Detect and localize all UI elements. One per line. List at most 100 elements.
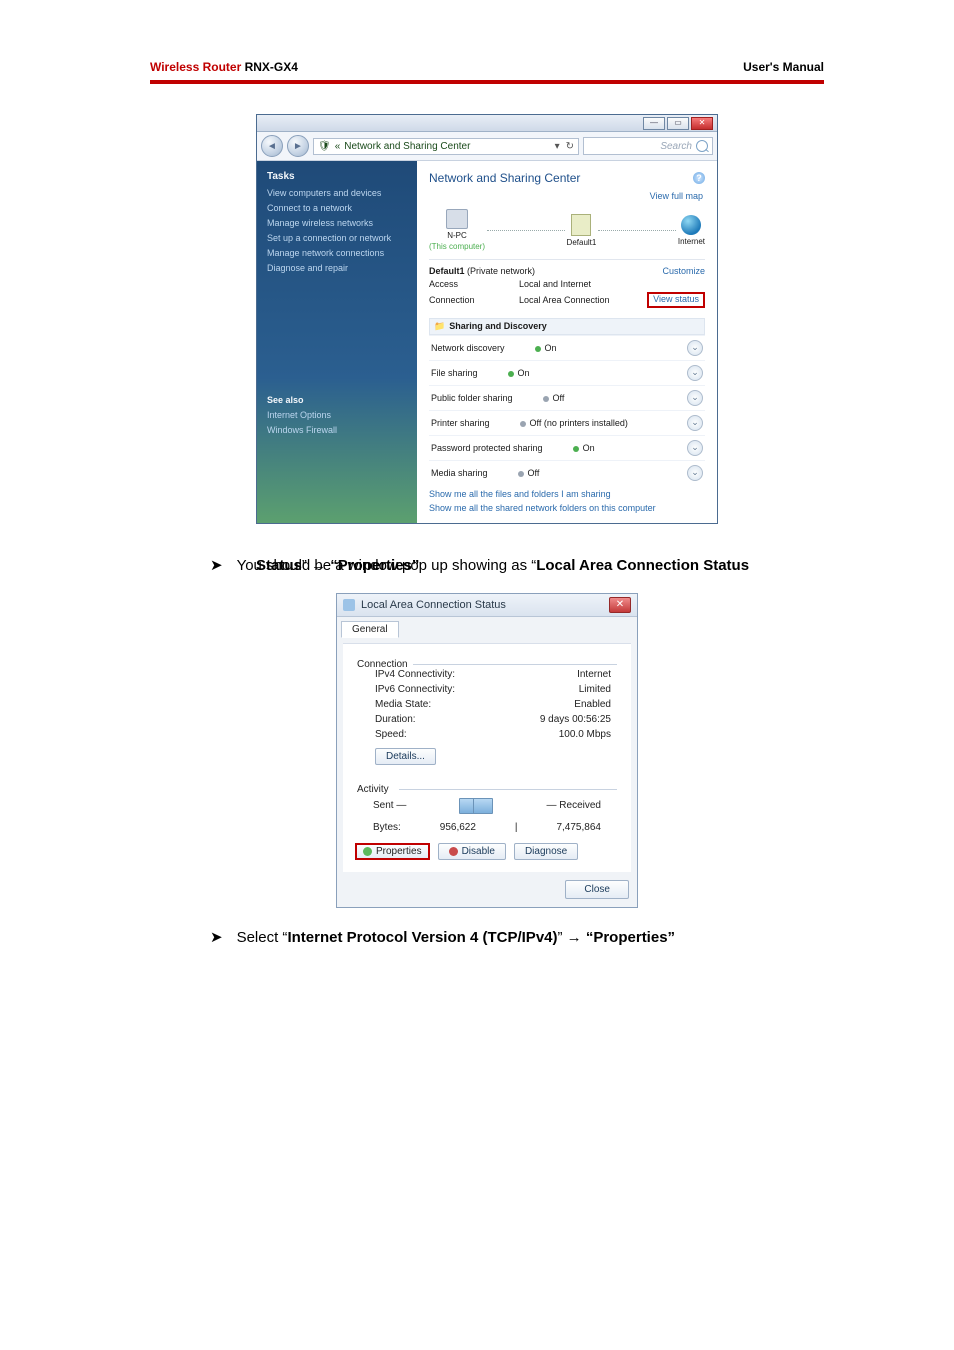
customize-link[interactable]: Customize <box>662 266 705 276</box>
row-ms-v: Off <box>528 468 540 478</box>
breadcrumb-sep: « <box>335 141 341 152</box>
network-name: Default1 (Private network) <box>429 266 535 276</box>
lacs-titlebar: Local Area Connection Status ✕ <box>337 594 637 617</box>
access-value: Local and Internet <box>519 279 591 289</box>
diagnose-button[interactable]: Diagnose <box>514 843 578 860</box>
search-placeholder: Search <box>660 141 692 152</box>
status-dot-green <box>508 371 514 377</box>
node-pc-sub: (This computer) <box>429 242 485 251</box>
network-icon <box>343 599 355 611</box>
tasks-heading: Tasks <box>267 171 407 182</box>
expand-icon[interactable]: ⌄ <box>687 365 703 381</box>
see-also-firewall[interactable]: Windows Firewall <box>267 425 407 435</box>
close-button[interactable]: ✕ <box>691 117 713 130</box>
breadcrumb-dropdown-icon[interactable]: ▾ <box>555 141 560 152</box>
duration-key: Duration: <box>375 714 416 725</box>
nsc-address-bar: ◄ ► 🛡 « Network and Sharing Center ▾ ↻ S… <box>257 132 717 161</box>
view-status-link[interactable]: View status <box>647 292 705 308</box>
status-dot-green <box>573 446 579 452</box>
folder-icon: 📁 <box>434 321 445 332</box>
expand-icon[interactable]: ⌄ <box>687 340 703 356</box>
minimize-button[interactable]: — <box>643 117 665 130</box>
ipv4-value: Internet <box>577 669 611 680</box>
node-pc-label: N-PC <box>447 231 467 240</box>
expand-icon[interactable]: ⌄ <box>687 390 703 406</box>
task-setup-connection[interactable]: Set up a connection or network <box>267 233 407 243</box>
forward-button[interactable]: ► <box>287 135 309 157</box>
search-input[interactable]: Search <box>583 137 713 155</box>
row-pp-v: On <box>583 443 595 453</box>
disable-button[interactable]: Disable <box>438 843 506 860</box>
media-key: Media State: <box>375 699 431 710</box>
bytes-sent: 956,622 <box>440 822 476 833</box>
refresh-icon[interactable]: ↻ <box>566 141 574 152</box>
status-dot-gray <box>518 471 524 477</box>
tab-general[interactable]: General <box>341 621 399 638</box>
search-icon <box>696 140 708 152</box>
row-pf-v: Off <box>553 393 565 403</box>
connection-key: Connection <box>429 295 519 305</box>
instruction-2-text: Select “Internet Protocol Version 4 (TCP… <box>237 926 675 950</box>
nsc-main-pane: Network and Sharing Center ? View full m… <box>417 161 717 523</box>
group-activity: Activity <box>357 784 389 795</box>
sent-label: Sent — <box>373 800 406 811</box>
instruction-bullet-2: ➤ Select “Internet Protocol Version 4 (T… <box>210 926 824 950</box>
task-manage-connections[interactable]: Manage network connections <box>267 248 407 258</box>
details-button[interactable]: Details... <box>375 748 436 765</box>
arrow-icon: ➤ <box>210 552 223 581</box>
speed-value: 100.0 Mbps <box>559 729 611 740</box>
globe-icon <box>681 215 701 235</box>
bytes-key: Bytes: <box>373 822 401 833</box>
header-right: User's Manual <box>743 60 824 74</box>
page-header: Wireless Router RNX-GX4 User's Manual <box>150 60 824 84</box>
ipv6-value: Limited <box>579 684 611 695</box>
duration-value: 9 days 00:56:25 <box>540 714 611 725</box>
network-map: N-PC (This computer) Default1 Internet <box>429 209 705 251</box>
expand-icon[interactable]: ⌄ <box>687 415 703 431</box>
pc-icon <box>446 209 468 229</box>
node-internet-label: Internet <box>678 237 705 246</box>
footer-link-1[interactable]: Show me all the files and folders I am s… <box>429 489 705 499</box>
footer-links: Show me all the files and folders I am s… <box>429 489 705 513</box>
status-dot-gray <box>543 396 549 402</box>
ipv6-key: IPv6 Connectivity: <box>375 684 455 695</box>
connection-value: Local Area Connection <box>519 295 647 305</box>
expand-icon[interactable]: ⌄ <box>687 440 703 456</box>
lacs-window: Local Area Connection Status ✕ General C… <box>336 593 638 908</box>
access-key: Access <box>429 279 519 289</box>
speed-key: Speed: <box>375 729 407 740</box>
row-nd-v: On <box>545 343 557 353</box>
sharing-discovery-header: 📁 Sharing and Discovery <box>429 318 705 335</box>
row-ps-v: Off (no printers installed) <box>530 418 628 428</box>
brand-model: RNX-GX4 <box>241 60 298 74</box>
close-dialog-button[interactable]: Close <box>565 880 629 899</box>
footer-link-2[interactable]: Show me all the shared network folders o… <box>429 503 705 513</box>
brand-red: Wireless Router <box>150 60 241 74</box>
close-button[interactable]: ✕ <box>609 597 631 613</box>
ipv4-key: IPv4 Connectivity: <box>375 669 455 680</box>
media-value: Enabled <box>574 699 611 710</box>
task-manage-wireless[interactable]: Manage wireless networks <box>267 218 407 228</box>
back-button[interactable]: ◄ <box>261 135 283 157</box>
help-icon[interactable]: ? <box>693 172 705 184</box>
row-ms-k: Media sharing <box>431 468 488 478</box>
expand-icon[interactable]: ⌄ <box>687 465 703 481</box>
task-diagnose[interactable]: Diagnose and repair <box>267 263 407 273</box>
bytes-sep: | <box>515 822 518 833</box>
properties-button[interactable]: Properties <box>355 843 430 860</box>
row-fs-k: File sharing <box>431 368 478 378</box>
row-nd-k: Network discovery <box>431 343 505 353</box>
breadcrumb[interactable]: 🛡 « Network and Sharing Center ▾ ↻ <box>313 138 579 155</box>
task-connect-network[interactable]: Connect to a network <box>267 203 407 213</box>
shield-icon: 🛡 <box>318 141 331 152</box>
status-dot-gray <box>520 421 526 427</box>
see-also-internet-options[interactable]: Internet Options <box>267 410 407 420</box>
task-view-computers[interactable]: View computers and devices <box>267 188 407 198</box>
maximize-button[interactable]: ▭ <box>667 117 689 130</box>
activity-icon <box>459 798 493 814</box>
see-also-heading: See also <box>267 395 407 405</box>
status-dot-green <box>535 346 541 352</box>
view-full-map-link[interactable]: View full map <box>429 191 703 201</box>
node-router-label: Default1 <box>567 238 597 247</box>
received-label: — Received <box>547 800 601 811</box>
